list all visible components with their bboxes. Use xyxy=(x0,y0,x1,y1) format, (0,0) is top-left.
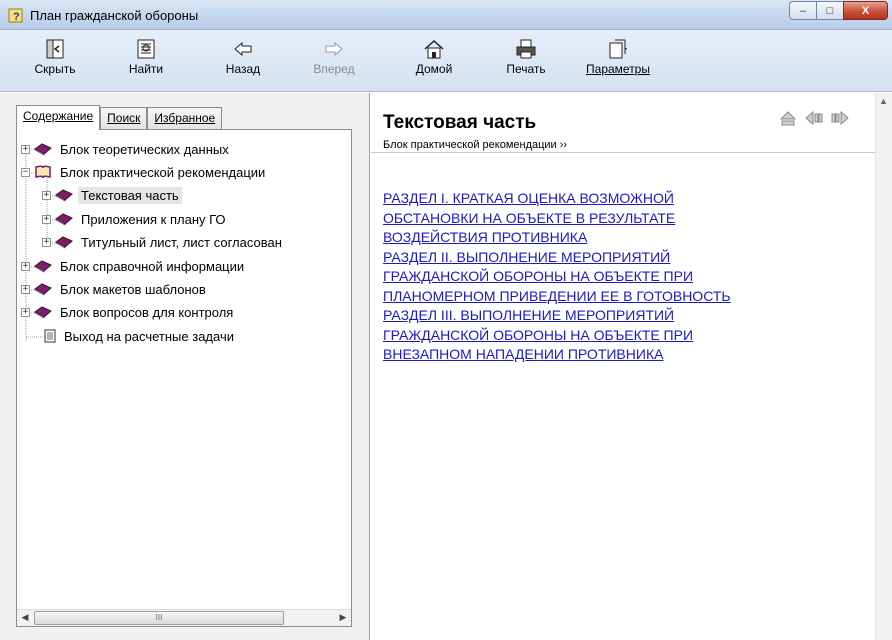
previous-arrow-icon[interactable] xyxy=(804,109,824,127)
help-app-icon: ? xyxy=(8,8,23,23)
section-link[interactable]: ОБСТАНОВКИ НА ОБЪЕКТЕ В РЕЗУЛЬТАТЕ xyxy=(383,209,853,229)
closed-book-icon xyxy=(55,236,73,249)
contents-tree[interactable]: + Блок теоретических данных − Блок практ… xyxy=(16,129,352,627)
section-link[interactable]: ВНЕЗАПНОМ НАПАДЕНИИ ПРОТИВНИКА xyxy=(383,345,853,365)
expand-icon[interactable]: + xyxy=(21,284,30,294)
minimize-button[interactable]: – xyxy=(789,1,816,20)
closed-book-icon xyxy=(34,260,52,273)
find-button[interactable]: Найти xyxy=(116,34,176,88)
expand-icon[interactable]: + xyxy=(21,261,30,271)
up-arrow-icon[interactable] xyxy=(778,109,798,127)
expand-icon[interactable]: + xyxy=(21,144,30,154)
nav-tabs: Содержание Поиск Избранное xyxy=(16,105,223,130)
home-icon xyxy=(424,39,444,59)
page-title: Текстовая часть xyxy=(383,112,537,133)
closed-book-icon xyxy=(34,283,52,296)
scroll-left-icon[interactable]: ◀ xyxy=(18,612,32,625)
tree-item[interactable]: + Блок справочной информации xyxy=(21,255,247,277)
tab-contents[interactable]: Содержание xyxy=(16,105,101,130)
section-link[interactable]: ВОЗДЕЙСТВИЯ ПРОТИВНИКА xyxy=(383,228,853,248)
tree-item[interactable]: + Титульный лист, лист согласован xyxy=(42,231,285,253)
close-button[interactable]: X xyxy=(843,1,888,20)
section-link[interactable]: ГРАЖДАНСКОЙ ОБОРОНЫ НА ОБЪЕКТЕ ПРИ xyxy=(383,267,853,287)
tab-favorites[interactable]: Избранное xyxy=(147,107,223,129)
closed-book-icon xyxy=(55,189,73,202)
back-arrow-icon xyxy=(234,41,252,57)
topic-nav xyxy=(778,109,850,127)
collapse-icon[interactable]: − xyxy=(21,167,30,177)
tree-item[interactable]: + Текстовая часть xyxy=(42,184,182,206)
print-icon xyxy=(516,39,536,59)
expand-icon[interactable]: + xyxy=(42,190,51,200)
forward-arrow-icon xyxy=(325,41,343,57)
section-link[interactable]: ГРАЖДАНСКОЙ ОБОРОНЫ НА ОБЪЕКТЕ ПРИ xyxy=(383,326,853,346)
closed-book-icon xyxy=(34,306,52,319)
scroll-right-icon[interactable]: ▶ xyxy=(336,612,350,625)
title-bar: ? План гражданской обороны – □ X xyxy=(0,0,892,30)
section-links: РАЗДЕЛ I. КРАТКАЯ ОЦЕНКА ВОЗМОЖНОЙ ОБСТА… xyxy=(383,189,853,365)
window-controls: – □ X xyxy=(789,1,888,21)
tab-search[interactable]: Поиск xyxy=(100,107,148,129)
vertical-scrollbar[interactable]: ▲ xyxy=(875,93,892,640)
toolbar: Скрыть Найти Назад Вперед Домой Печать П… xyxy=(0,30,892,92)
section-link[interactable]: РАЗДЕЛ II. ВЫПОЛНЕНИЕ МЕРОПРИЯТИЙ xyxy=(383,248,853,268)
window-title: План гражданской обороны xyxy=(30,8,199,23)
navigation-pane: Содержание Поиск Избранное + Блок теорет… xyxy=(0,93,370,640)
topic-header: Текстовая часть Блок практической рекоме… xyxy=(371,93,876,153)
closed-book-icon xyxy=(55,213,73,226)
scroll-up-icon[interactable]: ▲ xyxy=(879,96,888,106)
page-icon xyxy=(44,329,56,343)
tree-item[interactable]: − Блок практической рекомендации xyxy=(21,161,268,183)
breadcrumb[interactable]: Блок практической рекомендации ›› xyxy=(383,139,567,151)
find-icon xyxy=(137,39,155,59)
section-link[interactable]: РАЗДЕЛ III. ВЫПОЛНЕНИЕ МЕРОПРИЯТИЙ xyxy=(383,306,853,326)
maximize-button[interactable]: □ xyxy=(816,1,843,20)
svg-text:?: ? xyxy=(13,11,20,23)
hide-pane-icon xyxy=(46,39,64,59)
expand-icon[interactable]: + xyxy=(42,237,51,247)
horizontal-scrollbar[interactable]: ◀ III ▶ xyxy=(17,609,351,626)
section-link[interactable]: ПЛАНОМЕРНОМ ПРИВЕДЕНИИ ЕЕ В ГОТОВНОСТЬ xyxy=(383,287,853,307)
content-pane: Текстовая часть Блок практической рекоме… xyxy=(371,93,892,640)
home-button[interactable]: Домой xyxy=(404,34,464,88)
tree-item[interactable]: Выход на расчетные задачи xyxy=(43,325,237,347)
tree-item[interactable]: + Приложения к плану ГО xyxy=(42,208,229,230)
options-button[interactable]: Параметры xyxy=(578,34,658,88)
expand-icon[interactable]: + xyxy=(42,214,51,224)
expand-icon[interactable]: + xyxy=(21,307,30,317)
tree-item[interactable]: + Блок вопросов для контроля xyxy=(21,301,236,323)
open-book-icon xyxy=(35,165,51,179)
tree-item[interactable]: + Блок теоретических данных xyxy=(21,138,232,160)
next-arrow-icon[interactable] xyxy=(830,109,850,127)
tree-item[interactable]: + Блок макетов шаблонов xyxy=(21,278,209,300)
scrollbar-thumb[interactable]: III xyxy=(34,611,284,625)
section-link[interactable]: РАЗДЕЛ I. КРАТКАЯ ОЦЕНКА ВОЗМОЖНОЙ xyxy=(383,189,853,209)
forward-button[interactable]: Вперед xyxy=(304,34,364,88)
back-button[interactable]: Назад xyxy=(213,34,273,88)
hide-button[interactable]: Скрыть xyxy=(25,34,85,88)
closed-book-icon xyxy=(34,143,52,156)
print-button[interactable]: Печать xyxy=(496,34,556,88)
options-icon xyxy=(609,39,627,59)
